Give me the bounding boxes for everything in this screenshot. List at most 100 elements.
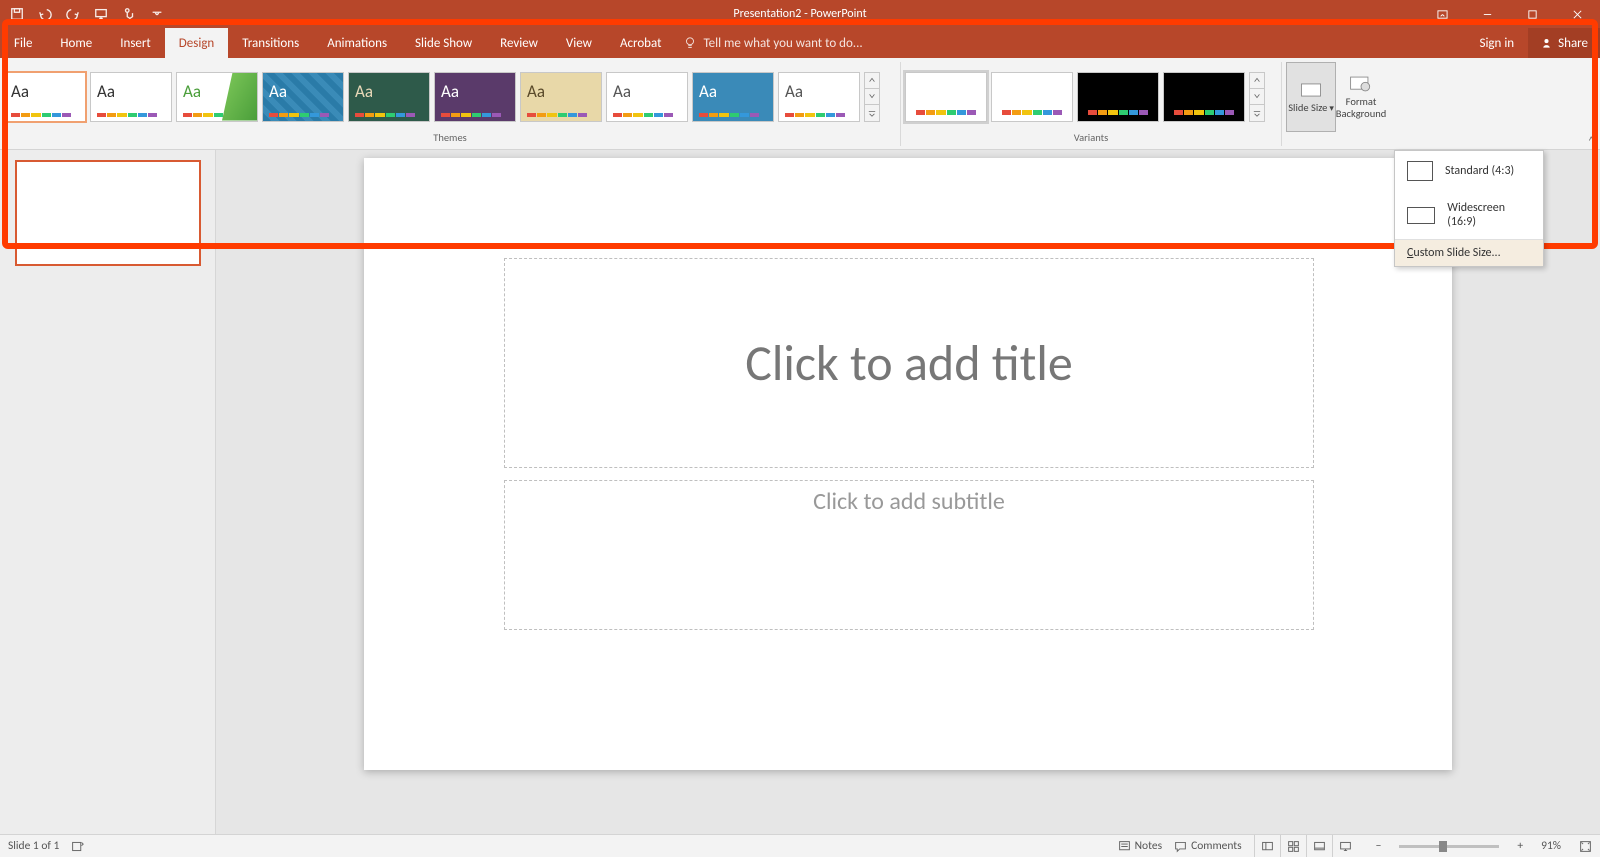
theme-color-bar	[613, 113, 673, 117]
slide-indicator[interactable]: Slide 1 of 1	[8, 839, 59, 853]
sign-in-link[interactable]: Sign in	[1465, 28, 1528, 58]
theme-aa-label: Aa	[11, 81, 29, 102]
spellcheck-icon[interactable]	[71, 840, 84, 853]
theme-aa-label: Aa	[613, 81, 631, 102]
gallery-more-icon[interactable]	[865, 105, 879, 120]
redo-icon[interactable]	[64, 5, 82, 23]
gallery-more-icon[interactable]	[1250, 105, 1264, 120]
ribbon-display-options-icon[interactable]	[1420, 0, 1465, 28]
qat-more-icon[interactable]	[148, 5, 166, 23]
themes-gallery[interactable]: AaAaAaAaAaAaAaAaAaAa	[0, 58, 900, 131]
theme-aa-label: Aa	[97, 81, 115, 102]
theme-thumb-6[interactable]: Aa	[520, 72, 602, 122]
theme-thumb-0[interactable]: Aa	[4, 72, 86, 122]
view-buttons	[1254, 835, 1358, 857]
normal-view-button[interactable]	[1254, 835, 1280, 857]
tab-review[interactable]: Review	[486, 28, 552, 58]
tell-me-search[interactable]: Tell me what you want to do...	[683, 28, 862, 58]
theme-color-bar	[11, 113, 71, 117]
notes-button[interactable]: Notes	[1118, 839, 1162, 853]
tab-acrobat[interactable]: Acrobat	[606, 28, 676, 58]
variants-group-label: Variants	[901, 131, 1281, 149]
variant-thumb-0[interactable]	[905, 72, 987, 122]
reading-view-button[interactable]	[1306, 835, 1332, 857]
variant-color-bar	[1088, 110, 1148, 115]
gallery-up-icon[interactable]	[1250, 73, 1264, 89]
save-icon[interactable]	[8, 5, 26, 23]
theme-thumb-8[interactable]: Aa	[692, 72, 774, 122]
variant-thumb-3[interactable]	[1163, 72, 1245, 122]
format-background-label: Format Background	[1336, 96, 1386, 119]
slide-size-label: Slide Size ▾	[1288, 102, 1334, 115]
tab-slideshow[interactable]: Slide Show	[401, 28, 486, 58]
subtitle-placeholder[interactable]: Click to add subtitle	[504, 480, 1314, 630]
comments-button[interactable]: Comments	[1174, 839, 1242, 853]
gallery-up-icon[interactable]	[865, 73, 879, 89]
format-background-button[interactable]: Format Background	[1336, 62, 1386, 132]
gallery-down-icon[interactable]	[865, 89, 879, 105]
workspace: Click to add title Click to add subtitle	[0, 150, 1600, 834]
tab-file[interactable]: File	[0, 28, 46, 58]
window-title: Presentation2 - PowerPoint	[0, 7, 1600, 21]
tab-transitions[interactable]: Transitions	[228, 28, 313, 58]
slide-thumbnail-1[interactable]	[15, 160, 201, 266]
theme-aa-label: Aa	[699, 81, 717, 102]
fit-to-window-button[interactable]	[1579, 840, 1592, 853]
gallery-down-icon[interactable]	[1250, 89, 1264, 105]
touch-mode-icon[interactable]	[120, 5, 138, 23]
widescreen-label: Widescreen (16:9)	[1447, 201, 1531, 229]
share-button[interactable]: Share	[1528, 28, 1600, 58]
variant-thumb-2[interactable]	[1077, 72, 1159, 122]
standard-label: Standard (4:3)	[1445, 164, 1514, 178]
theme-thumb-5[interactable]: Aa	[434, 72, 516, 122]
standard-ratio-icon	[1407, 161, 1433, 181]
themes-gallery-scroll[interactable]	[864, 72, 880, 122]
format-background-icon	[1348, 74, 1374, 94]
variants-gallery[interactable]	[901, 58, 1281, 131]
subtitle-placeholder-text: Click to add subtitle	[813, 487, 1005, 516]
theme-thumb-1[interactable]: Aa	[90, 72, 172, 122]
collapse-ribbon-icon[interactable]: ^	[1589, 134, 1594, 147]
undo-icon[interactable]	[36, 5, 54, 23]
theme-color-bar	[527, 113, 587, 117]
custom-slide-size-option[interactable]: Custom Slide Size...	[1395, 239, 1543, 266]
tab-home[interactable]: Home	[46, 28, 106, 58]
theme-color-bar	[441, 113, 501, 117]
tab-insert[interactable]: Insert	[106, 28, 165, 58]
zoom-slider[interactable]	[1399, 845, 1499, 848]
theme-thumb-9[interactable]: Aa	[778, 72, 860, 122]
slide-size-button[interactable]: Slide Size ▾	[1286, 62, 1336, 132]
close-icon[interactable]	[1555, 0, 1600, 28]
zoom-in-button[interactable]: +	[1511, 839, 1529, 853]
variants-gallery-scroll[interactable]	[1249, 72, 1265, 122]
maximize-icon[interactable]	[1510, 0, 1555, 28]
comments-label: Comments	[1191, 839, 1242, 853]
zoom-out-button[interactable]: −	[1370, 839, 1388, 853]
status-bar: Slide 1 of 1 Notes Comments − + 91%	[0, 834, 1600, 857]
slideshow-view-button[interactable]	[1332, 835, 1358, 857]
theme-thumb-3[interactable]: Aa	[262, 72, 344, 122]
variant-thumb-1[interactable]	[991, 72, 1073, 122]
notes-label: Notes	[1135, 839, 1162, 853]
slide-sorter-view-button[interactable]	[1280, 835, 1306, 857]
zoom-slider-thumb[interactable]	[1439, 841, 1447, 852]
lightbulb-icon	[683, 36, 697, 50]
slide-canvas[interactable]: Click to add title Click to add subtitle	[364, 158, 1452, 770]
slide-canvas-area[interactable]: Click to add title Click to add subtitle	[216, 150, 1600, 834]
theme-color-bar	[269, 113, 329, 117]
slide-size-standard-option[interactable]: Standard (4:3)	[1395, 151, 1543, 191]
zoom-level[interactable]: 91%	[1541, 839, 1561, 853]
tab-design[interactable]: Design	[165, 28, 228, 58]
slide-thumbnail-pane[interactable]	[0, 150, 216, 834]
theme-aa-label: Aa	[441, 81, 459, 102]
title-placeholder[interactable]: Click to add title	[504, 258, 1314, 468]
theme-thumb-4[interactable]: Aa	[348, 72, 430, 122]
slide-size-widescreen-option[interactable]: Widescreen (16:9)	[1395, 191, 1543, 239]
start-slideshow-icon[interactable]	[92, 5, 110, 23]
minimize-icon[interactable]	[1465, 0, 1510, 28]
theme-thumb-2[interactable]: Aa	[176, 72, 258, 122]
theme-aa-label: Aa	[183, 81, 201, 102]
theme-thumb-7[interactable]: Aa	[606, 72, 688, 122]
tab-view[interactable]: View	[552, 28, 606, 58]
tab-animations[interactable]: Animations	[313, 28, 401, 58]
